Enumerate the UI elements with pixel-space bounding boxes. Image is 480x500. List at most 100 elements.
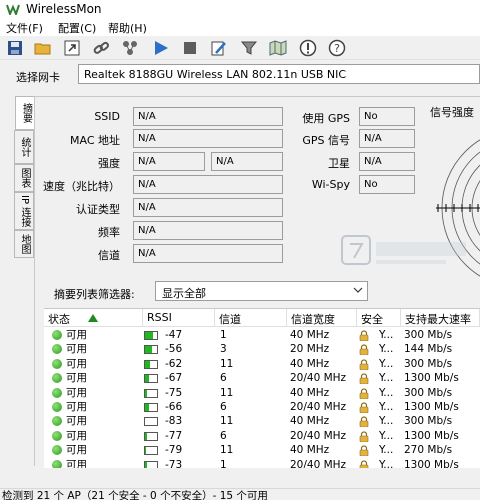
status-bar: 检测到 21 个 AP（21 个安全 - 0 个不安全）- 15 个可用 (0, 488, 480, 500)
column-header-channel-width[interactable]: 信道宽度 (287, 309, 357, 327)
signal-bar-fill (145, 332, 154, 339)
table-row[interactable]: 可用 -56 3 20 MHz Y... 144 Mb/s (44, 342, 480, 356)
edit-icon[interactable] (210, 39, 228, 57)
adapter-label: 选择网卡 (16, 71, 60, 84)
save-icon[interactable] (6, 39, 24, 57)
signal-bar (144, 403, 158, 412)
menu-config[interactable]: 配置(C) (58, 20, 96, 36)
status-available-icon (52, 330, 62, 340)
open-folder-icon[interactable] (34, 39, 52, 57)
security-cell: Y... (379, 401, 394, 413)
status-cell: 可用 (66, 429, 87, 442)
alert-icon[interactable] (299, 39, 317, 57)
signal-bar-fill (145, 432, 147, 440)
status-cell: 可用 (66, 444, 87, 457)
stop-icon[interactable] (181, 39, 199, 57)
max-rate-cell: 1300 Mb/s (404, 458, 459, 468)
auth-field: N/A (133, 198, 283, 217)
status-available-icon (52, 445, 62, 456)
column-header-channel[interactable]: 信道 (215, 309, 287, 327)
menu-file[interactable]: 文件(F) (6, 20, 43, 36)
rssi-cell: -47 (165, 329, 183, 341)
table-row[interactable]: 可用 -67 6 20/40 MHz Y... 1300 Mb/s (44, 371, 480, 385)
tab-ip-connection[interactable]: IP 连接 (14, 192, 34, 230)
table-row[interactable]: 可用 -66 6 20/40 MHz Y... 1300 Mb/s (44, 400, 480, 414)
rssi-cell: -73 (165, 458, 183, 468)
lock-icon (359, 359, 369, 370)
status-cell: 可用 (66, 386, 87, 399)
column-header-status[interactable]: 状态 (44, 309, 143, 327)
filter-icon[interactable] (240, 39, 258, 57)
gps-signal-label: GPS 信号 (302, 134, 350, 147)
signal-bar (144, 374, 158, 384)
menu-help[interactable]: 帮助(H) (108, 20, 147, 36)
status-available-icon (52, 358, 62, 369)
max-rate-cell: 1300 Mb/s (404, 401, 459, 413)
help-icon[interactable]: ? (328, 39, 346, 57)
channel-cell: 1 (220, 329, 227, 341)
strength-label: 强度 (98, 157, 120, 170)
frequency-field: N/A (133, 221, 283, 240)
channel-cell: 6 (220, 372, 227, 385)
frequency-label: 频率 (98, 226, 120, 239)
gps-signal-field: N/A (359, 129, 415, 148)
gps-field: No (359, 107, 415, 126)
status-cell: 可用 (66, 458, 87, 468)
table-row[interactable]: 可用 -83 11 40 MHz Y... 300 Mb/s (44, 414, 480, 428)
channel-width-cell: 20 MHz (290, 343, 330, 356)
status-available-icon (52, 373, 62, 384)
max-rate-cell: 300 Mb/s (404, 415, 453, 428)
rssi-cell: -56 (165, 343, 183, 356)
auth-label: 认证类型 (76, 203, 120, 216)
signal-bar-fill (145, 360, 151, 368)
filter-select[interactable]: 显示全部 (155, 281, 368, 301)
link-icon[interactable] (92, 39, 110, 57)
signal-bar-fill (145, 404, 150, 411)
max-rate-cell: 300 Mb/s (404, 357, 453, 370)
channel-field: N/A (133, 244, 283, 263)
table-row[interactable]: 可用 -62 11 40 MHz Y... 300 Mb/s (44, 357, 480, 371)
export-icon[interactable] (63, 39, 81, 57)
signal-bar-fill (145, 461, 148, 468)
play-icon[interactable] (152, 39, 170, 57)
column-header-max-rate[interactable]: 支持最大速率 (401, 309, 480, 327)
table-row[interactable]: 可用 -73 1 20/40 MHz Y... 1300 Mb/s (44, 458, 480, 468)
table-row[interactable]: 可用 -75 11 40 MHz Y... 300 Mb/s (44, 386, 480, 400)
channel-cell: 3 (220, 343, 227, 356)
network-icon[interactable] (121, 39, 139, 57)
channel-cell: 11 (220, 444, 234, 457)
strength-field-2: N/A (211, 152, 283, 171)
table-row[interactable]: 可用 -79 11 40 MHz Y... 270 Mb/s (44, 443, 480, 457)
tab-map[interactable]: 地图 (14, 230, 34, 258)
rssi-cell: -83 (165, 415, 183, 428)
security-cell: Y... (379, 357, 394, 370)
adapter-select[interactable]: Realtek 8188GU Wireless LAN 802.11n USB … (78, 64, 480, 84)
lock-icon (359, 388, 369, 399)
table-row[interactable]: 可用 -47 1 40 MHz Y... 300 Mb/s (44, 328, 480, 342)
table-row[interactable]: 可用 -77 6 20/40 MHz Y... 1300 Mb/s (44, 429, 480, 443)
channel-cell: 6 (220, 429, 227, 442)
status-cell: 可用 (66, 357, 87, 370)
lock-icon (359, 402, 369, 413)
status-available-icon (52, 387, 62, 398)
status-cell: 可用 (66, 401, 87, 413)
lock-icon (359, 344, 369, 356)
column-header-security[interactable]: 安全 (357, 309, 401, 327)
tab-stats[interactable]: 统计 (14, 130, 34, 164)
status-available-icon (52, 430, 62, 441)
column-header-rssi[interactable]: RSSI (143, 309, 215, 327)
status-available-icon (52, 416, 62, 427)
channel-width-cell: 20/40 MHz (290, 458, 347, 468)
max-rate-cell: 270 Mb/s (404, 444, 453, 457)
signal-bar (144, 417, 158, 427)
sort-ascending-icon (88, 314, 98, 322)
channel-width-cell: 20/40 MHz (290, 401, 347, 413)
watermark-logo (341, 235, 466, 265)
status-text: 检测到 21 个 AP（21 个安全 - 0 个不安全）- 15 个可用 (2, 490, 268, 500)
ssid-field: N/A (133, 107, 283, 126)
tab-summary[interactable]: 摘要 (15, 96, 35, 130)
max-rate-cell: 1300 Mb/s (404, 429, 459, 442)
map-icon[interactable] (269, 39, 287, 57)
wispy-field: No (359, 175, 415, 194)
channel-cell: 11 (220, 415, 234, 428)
